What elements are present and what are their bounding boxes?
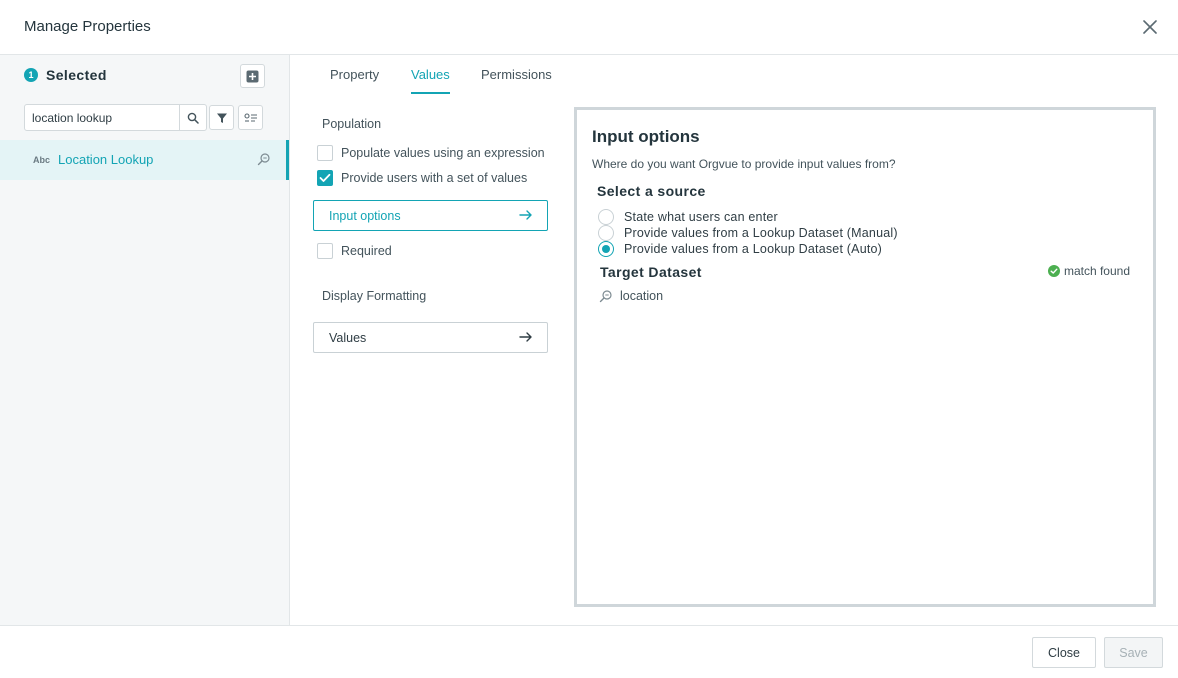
- plus-icon: [246, 70, 259, 82]
- filter-icon: [216, 113, 227, 123]
- selected-count-badge: 1: [24, 68, 38, 82]
- input-options-button[interactable]: Input options: [313, 200, 548, 231]
- display-formatting-label: Display Formatting: [322, 289, 427, 303]
- tab-property[interactable]: Property: [330, 67, 379, 82]
- lookup-icon: [599, 290, 612, 303]
- target-dataset-title: Target Dataset: [600, 264, 702, 280]
- checkbox-unchecked-icon: [317, 243, 333, 259]
- active-tab-indicator: [411, 92, 450, 94]
- input-options-label: Input options: [329, 209, 401, 223]
- arrow-right-icon: [519, 331, 533, 346]
- search-input[interactable]: [25, 105, 179, 130]
- panel-title: Input options: [592, 127, 700, 146]
- values-button[interactable]: Values: [313, 322, 548, 353]
- checkbox-unchecked-icon: [317, 145, 333, 161]
- dialog-header: Manage Properties: [0, 0, 1178, 55]
- match-status: match found: [1047, 264, 1130, 278]
- lookup-icon[interactable]: [257, 152, 271, 169]
- dialog-footer: Close Save: [0, 625, 1178, 678]
- panel-question: Where do you want Orgvue to provide inpu…: [592, 157, 896, 171]
- tab-permissions[interactable]: Permissions: [481, 67, 552, 82]
- tab-values[interactable]: Values: [411, 67, 450, 82]
- required-checkbox[interactable]: Required: [317, 242, 392, 260]
- provide-set-checkbox[interactable]: Provide users with a set of values: [317, 169, 527, 187]
- dialog-title: Manage Properties: [24, 18, 151, 35]
- required-label: Required: [341, 244, 392, 258]
- population-label: Population: [322, 117, 382, 131]
- properties-sidebar: 1 Selected location lookup Abc Location …: [0, 55, 290, 625]
- filter-button[interactable]: [209, 105, 234, 130]
- add-property-button[interactable]: [240, 64, 265, 88]
- property-list-item[interactable]: Abc Location Lookup: [0, 140, 289, 180]
- property-name: Location Lookup: [58, 152, 154, 167]
- sort-options-icon: [243, 112, 257, 122]
- match-status-text: match found: [1063, 264, 1130, 278]
- values-label: Values: [329, 331, 367, 345]
- provide-set-label: Provide users with a set of values: [341, 171, 528, 185]
- save-button[interactable]: Save: [1104, 637, 1163, 668]
- source-option-label: Provide values from a Lookup Dataset (Ma…: [624, 226, 898, 240]
- property-search: [24, 104, 207, 131]
- source-option-label: State what users can enter: [624, 210, 778, 224]
- search-icon: [187, 112, 199, 124]
- input-options-panel: Input options Where do you want Orgvue t…: [574, 107, 1156, 607]
- sort-button[interactable]: [238, 105, 263, 130]
- target-dataset-name: location: [620, 289, 664, 303]
- populate-expression-label: Populate values using an expression: [341, 146, 545, 160]
- radio-selected-icon: [598, 241, 614, 257]
- radio-unselected-icon: [598, 225, 614, 241]
- source-option-label: Provide values from a Lookup Dataset (Au…: [624, 242, 883, 256]
- text-type-icon: Abc: [33, 155, 51, 165]
- target-dataset-link[interactable]: location: [599, 289, 663, 303]
- check-circle-icon: [1047, 265, 1060, 277]
- checkbox-checked-icon: [317, 170, 333, 186]
- close-icon[interactable]: [1140, 17, 1160, 37]
- source-option-lookup-manual[interactable]: Provide values from a Lookup Dataset (Ma…: [598, 225, 898, 241]
- select-source-title: Select a source: [597, 183, 706, 199]
- manage-properties-dialog: Manage Properties 1 Selected location lo…: [0, 0, 1178, 678]
- source-option-lookup-auto[interactable]: Provide values from a Lookup Dataset (Au…: [598, 241, 882, 257]
- populate-expression-checkbox[interactable]: Populate values using an expression: [317, 144, 545, 162]
- selected-label: Selected: [46, 67, 107, 83]
- search-button[interactable]: [179, 105, 206, 130]
- close-button[interactable]: Close: [1032, 637, 1096, 668]
- radio-unselected-icon: [598, 209, 614, 225]
- arrow-right-icon: [519, 209, 533, 224]
- source-option-manual-entry[interactable]: State what users can enter: [598, 209, 778, 225]
